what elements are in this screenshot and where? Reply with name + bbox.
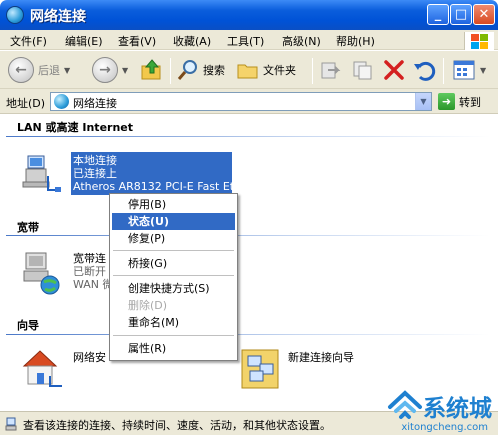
address-label: 地址(D) xyxy=(6,97,46,110)
delete-icon xyxy=(384,60,404,80)
close-button[interactable]: ✕ xyxy=(473,4,495,25)
search-icon xyxy=(177,60,197,80)
watermark-logo-icon xyxy=(388,390,422,419)
status-text: 查看该连接的连接、持续时间、速度、活动，和其他状态设置。 xyxy=(23,419,331,432)
menu-view[interactable]: 查看(V) xyxy=(118,33,156,49)
search-button[interactable]: 搜索 xyxy=(176,54,225,86)
menu-item-repair[interactable]: 修复(P) xyxy=(112,230,235,247)
connections-list: LAN 或高速 Internet 本地连接 已连接上 Atheros AR813… xyxy=(0,114,498,411)
network-status-icon xyxy=(5,417,17,431)
home-network-wizard-label[interactable]: 网络安 xyxy=(73,351,106,364)
forward-button[interactable]: → ▼ xyxy=(92,54,128,86)
menu-item-bridge[interactable]: 桥接(G) xyxy=(112,255,235,272)
address-input[interactable]: 网络连接 ▼ xyxy=(50,92,432,111)
new-connection-wizard-label[interactable]: 新建连接向导 xyxy=(288,351,354,364)
chevron-down-icon: ▼ xyxy=(122,65,129,75)
network-connections-icon xyxy=(54,94,69,109)
up-folder-icon xyxy=(141,59,161,80)
minimize-button[interactable]: _ xyxy=(427,4,449,25)
views-button[interactable]: ▼ xyxy=(452,54,486,86)
copy-to-icon xyxy=(353,61,372,80)
window-title: 网络连接 xyxy=(30,9,86,25)
menu-item-status[interactable]: 状态(U) xyxy=(112,213,235,230)
broadband-connection-icon[interactable] xyxy=(18,249,62,300)
folders-button[interactable]: 文件夹 xyxy=(236,54,296,86)
home-network-wizard-icon[interactable] xyxy=(20,346,64,393)
menu-favorites[interactable]: 收藏(A) xyxy=(173,33,211,49)
menu-file[interactable]: 文件(F) xyxy=(10,33,47,49)
menu-item-delete: 删除(D) xyxy=(128,299,168,312)
chevron-down-icon: ▼ xyxy=(64,65,71,75)
network-connections-icon xyxy=(6,6,24,24)
group-header-broadband: 宽带 xyxy=(17,221,39,234)
menu-item-properties[interactable]: 属性(R) xyxy=(112,340,235,357)
undo-button[interactable] xyxy=(412,54,436,86)
move-to-icon xyxy=(321,62,341,79)
group-header-lan: LAN 或高速 Internet xyxy=(17,121,134,134)
menu-advanced[interactable]: 高级(N) xyxy=(282,33,321,49)
new-connection-wizard-icon[interactable] xyxy=(238,346,284,395)
copy-to-button[interactable] xyxy=(350,54,374,86)
chevron-down-icon: ▼ xyxy=(480,65,487,75)
back-arrow-icon: ← xyxy=(8,57,34,83)
menu-item-disable[interactable]: 停用(B) xyxy=(112,196,235,213)
watermark: 系统城 xyxy=(387,389,492,423)
views-icon xyxy=(453,60,475,80)
menu-tools[interactable]: 工具(T) xyxy=(227,33,264,49)
forward-arrow-icon: → xyxy=(92,57,118,83)
toolbar: ← 后退 ▼ → ▼ 搜索 文件夹 ▼ xyxy=(0,51,498,89)
menu-help[interactable]: 帮助(H) xyxy=(336,33,375,49)
up-folder-button[interactable] xyxy=(140,54,164,86)
broadband-connection-label[interactable]: 宽带连 已断开 WAN 微 xyxy=(73,252,114,291)
undo-icon xyxy=(414,61,436,81)
maximize-button[interactable]: □ xyxy=(450,4,472,25)
menu-item-rename[interactable]: 重命名(M) xyxy=(112,314,235,331)
menu-item-create-shortcut[interactable]: 创建快捷方式(S) xyxy=(112,280,235,297)
title-bar[interactable]: 网络连接 _ □ ✕ xyxy=(0,0,498,30)
watermark-url: xitongcheng.com xyxy=(401,422,488,433)
folder-icon xyxy=(237,64,258,79)
lan-connection-label[interactable]: 本地连接 已连接上 Atheros AR8132 PCI-E Fast Et..… xyxy=(71,152,245,195)
context-menu: 停用(B) 状态(U) 修复(P) 桥接(G) 创建快捷方式(S) 删除(D) … xyxy=(109,193,238,361)
lan-connection-icon[interactable] xyxy=(18,152,62,199)
move-to-button[interactable] xyxy=(318,54,342,86)
address-bar: 地址(D) 网络连接 ▼ ➜ 转到 xyxy=(0,89,498,114)
menu-bar: 文件(F) 编辑(E) 查看(V) 收藏(A) 工具(T) 高级(N) 帮助(H… xyxy=(0,30,498,50)
go-button[interactable]: ➜ 转到 xyxy=(438,92,494,111)
group-header-wizard: 向导 xyxy=(17,319,39,332)
delete-button[interactable] xyxy=(382,54,406,86)
back-button[interactable]: ← 后退 ▼ xyxy=(8,54,70,86)
go-arrow-icon: ➜ xyxy=(438,93,455,110)
watermark-brand: 系统城 xyxy=(423,396,492,422)
menu-edit[interactable]: 编辑(E) xyxy=(65,33,103,49)
chevron-down-icon[interactable]: ▼ xyxy=(415,93,431,110)
windows-logo-icon xyxy=(464,32,494,50)
